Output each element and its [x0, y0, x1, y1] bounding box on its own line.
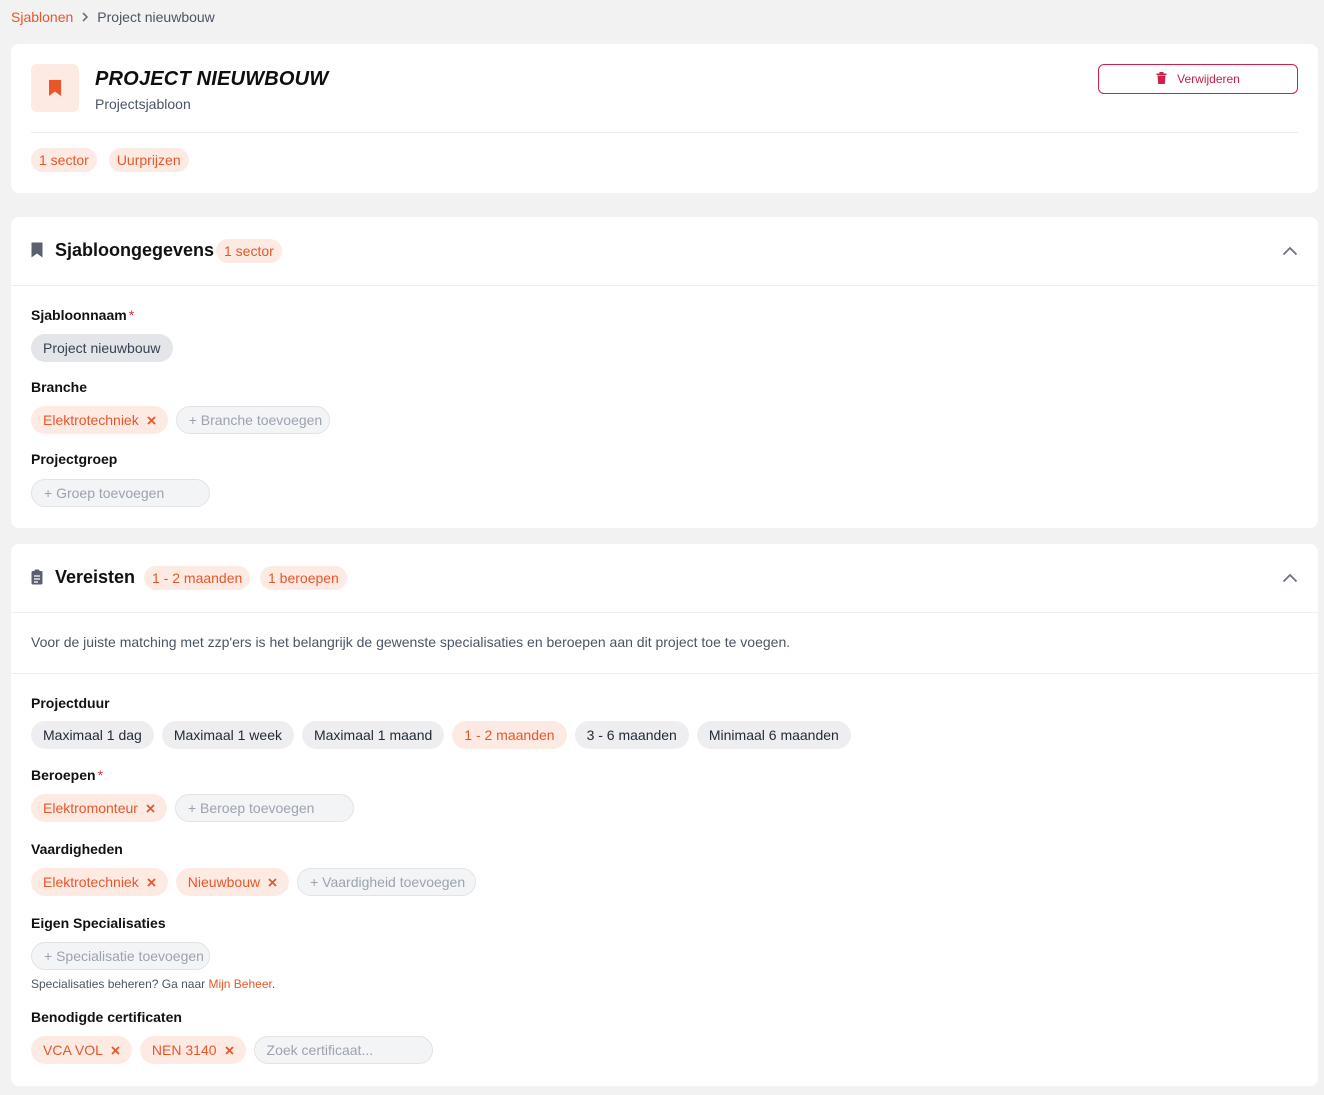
close-icon[interactable] [224, 1045, 234, 1055]
duration-option[interactable]: Maximaal 1 maand [301, 721, 445, 749]
requirements-section: Vereisten 1 - 2 maanden 1 beroepen Voor … [11, 544, 1318, 1086]
branch-chip-label: Elektrotechniek [43, 412, 139, 428]
specializations-label: Eigen Specialisaties [31, 915, 166, 931]
section-header[interactable]: Sjabloongegevens 1 sector [11, 217, 1318, 286]
bookmark-icon [31, 242, 43, 261]
skills-label: Vaardigheden [31, 841, 123, 857]
section-badge-professions: 1 beroepen [260, 566, 347, 590]
skill-chip: Elektrotechniek [31, 868, 168, 896]
requirements-description: Voor de juiste matching met zzp'ers is h… [31, 634, 791, 650]
skills-row: Elektrotechniek Nieuwbouw + Vaardigheid … [31, 868, 477, 896]
certificate-chip: NEN 3140 [139, 1036, 246, 1064]
trash-icon [1156, 71, 1167, 87]
template-name-field[interactable]: Project nieuwbouw [31, 334, 173, 362]
chevron-up-icon[interactable] [1282, 570, 1298, 586]
section-title: Vereisten [55, 567, 136, 587]
delete-button-label: Verwijderen [1177, 72, 1240, 86]
certificate-chip: VCA VOL [31, 1036, 132, 1064]
close-icon[interactable] [146, 803, 155, 813]
delete-button[interactable]: Verwijderen [1098, 64, 1298, 94]
certificate-search-input[interactable]: Zoek certificaat... [253, 1036, 433, 1064]
section-badge-duration: 1 - 2 maanden [144, 566, 251, 590]
divider [11, 673, 1318, 674]
profession-chip-label: Elektromonteur [43, 800, 138, 816]
add-skill-button[interactable]: + Vaardigheid toevoegen [297, 868, 477, 896]
duration-options: Maximaal 1 dag Maximaal 1 week Maximaal … [31, 721, 851, 749]
tag-hourly-rates: Uurprijzen [108, 148, 189, 172]
add-specialization-input[interactable]: + Specialisatie toevoegen [31, 942, 210, 970]
page-title: PROJECT NIEUWBOUW [95, 68, 329, 90]
clipboard-icon [31, 569, 43, 588]
close-icon[interactable] [111, 1045, 120, 1055]
chevron-up-icon[interactable] [1282, 243, 1298, 259]
certificate-chip-label: VCA VOL [43, 1042, 103, 1058]
duration-option[interactable]: 3 - 6 maanden [574, 721, 689, 749]
section-header[interactable]: Vereisten 1 - 2 maanden 1 beroepen [11, 544, 1318, 613]
hint-period: . [271, 977, 276, 991]
required-asterisk: * [97, 767, 104, 783]
page-subtitle: Projectsjabloon [95, 96, 191, 112]
section-badge: 1 sector [216, 239, 282, 263]
bookmark-icon [31, 64, 79, 112]
section-title: Sjabloongegevens [55, 240, 215, 260]
specializations-hint-text: Specialisaties beheren? Ga naar [31, 977, 206, 991]
duration-option[interactable]: Minimaal 6 maanden [696, 721, 851, 749]
professions-row: Elektromonteur + Beroep toevoegen [31, 794, 354, 822]
template-header-card: PROJECT NIEUWBOUW Projectsjabloon Verwij… [11, 44, 1318, 193]
close-icon[interactable] [268, 877, 277, 887]
duration-option[interactable]: Maximaal 1 week [161, 721, 294, 749]
template-details-section: Sjabloongegevens 1 sector Sjabloonnaam * … [11, 217, 1318, 528]
branch-chip: Elektrotechniek [31, 406, 168, 434]
chevron-right-icon [81, 12, 89, 22]
duration-option[interactable]: Maximaal 1 dag [31, 721, 154, 749]
skill-chip-label: Elektrotechniek [43, 874, 139, 890]
skill-chip: Nieuwbouw [175, 868, 290, 896]
add-group-button[interactable]: + Groep toevoegen [31, 479, 210, 507]
breadcrumb: Sjablonen Project nieuwbouw [11, 8, 215, 26]
template-name-row: Project nieuwbouw [31, 334, 173, 362]
certificate-chip-label: NEN 3140 [151, 1042, 217, 1058]
add-branch-button[interactable]: + Branche toevoegen [175, 406, 330, 434]
header-tags: 1 sector Uurprijzen [31, 148, 189, 172]
duration-option-selected[interactable]: 1 - 2 maanden [452, 721, 567, 749]
specializations-hint: Specialisaties beheren? Ga naar Mijn Beh… [31, 977, 275, 991]
tag-sector: 1 sector [31, 148, 97, 172]
branch-label: Branche [31, 379, 88, 395]
professions-label-text: Beroepen [31, 767, 96, 783]
breadcrumb-link-sjablonen[interactable]: Sjablonen [11, 9, 73, 25]
profession-chip: Elektromonteur [31, 794, 167, 822]
certificates-label: Benodigde certificaten [31, 1009, 182, 1025]
certificates-row: VCA VOL NEN 3140 Zoek certificaat... [31, 1036, 433, 1064]
close-icon[interactable] [147, 415, 156, 425]
template-name-label: Sjabloonnaam * [31, 307, 134, 323]
template-name-label-text: Sjabloonnaam [31, 307, 127, 323]
skill-chip-label: Nieuwbouw [187, 874, 261, 890]
branch-row: Elektrotechniek + Branche toevoegen [31, 406, 330, 434]
add-profession-button[interactable]: + Beroep toevoegen [174, 794, 354, 822]
close-icon[interactable] [147, 877, 156, 887]
required-asterisk: * [128, 307, 135, 323]
specializations-row: + Specialisatie toevoegen [31, 942, 210, 970]
professions-label: Beroepen * [31, 767, 103, 783]
project-group-label: Projectgroep [31, 451, 118, 467]
duration-label: Projectduur [31, 695, 110, 711]
divider [31, 132, 1298, 133]
mijn-beheer-link[interactable]: Mijn Beheer [208, 977, 271, 991]
project-group-row: + Groep toevoegen [31, 479, 210, 507]
breadcrumb-current: Project nieuwbouw [97, 9, 215, 25]
